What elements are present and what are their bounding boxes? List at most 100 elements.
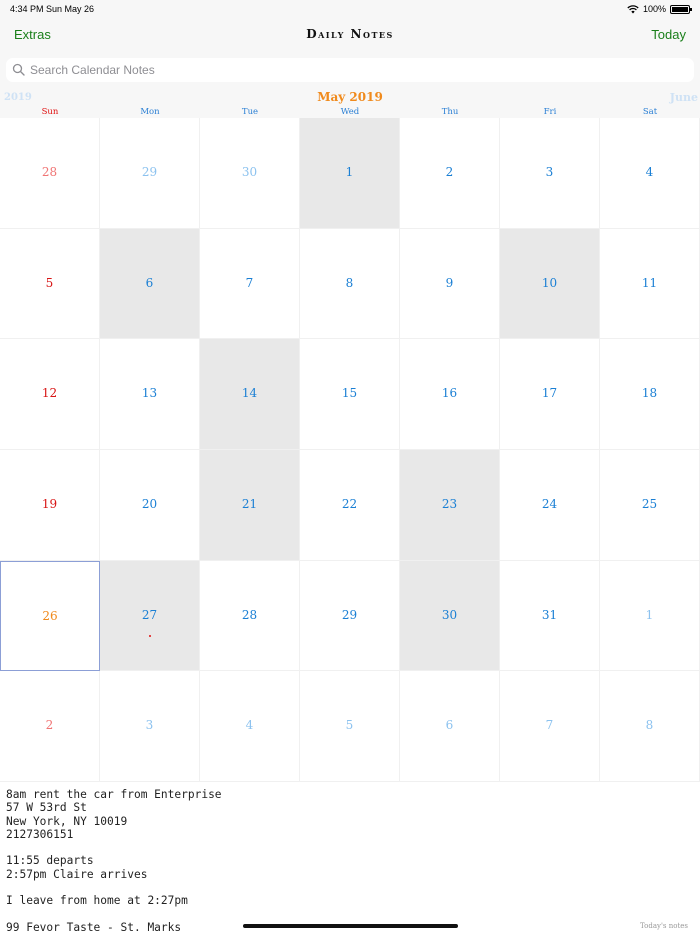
search-bar xyxy=(0,54,700,88)
weekday-sat: Sat xyxy=(642,107,658,117)
day-cell[interactable]: 12 xyxy=(0,339,100,450)
day-cell[interactable]: 7 xyxy=(200,228,300,340)
day-cell[interactable]: 16 xyxy=(400,339,500,450)
status-right: 100% xyxy=(627,4,692,14)
day-cell[interactable]: 22 xyxy=(300,450,400,561)
day-cell[interactable]: 5 xyxy=(0,228,100,340)
day-cell[interactable]: 23 xyxy=(400,450,500,561)
search-field[interactable] xyxy=(6,58,694,82)
day-cell[interactable]: 4 xyxy=(200,671,300,782)
today-button[interactable]: Today xyxy=(651,27,686,42)
day-number: 3 xyxy=(545,165,554,179)
day-cell[interactable]: 21 xyxy=(200,450,300,561)
day-cell[interactable]: 24 xyxy=(500,450,600,561)
navigation-bar: Extras Daily Notes Today xyxy=(0,20,700,54)
day-number: 9 xyxy=(445,275,454,290)
day-cell[interactable]: 19 xyxy=(0,450,100,561)
day-cell[interactable]: 10 xyxy=(500,228,600,340)
day-number: 6 xyxy=(145,275,154,290)
day-cell[interactable]: 30 xyxy=(400,560,500,672)
day-number: 18 xyxy=(641,386,658,401)
day-cell[interactable]: 1 xyxy=(600,560,700,672)
weekday-wed: Wed xyxy=(340,107,360,117)
calendar-grid: 28 29 30 1 2 3 4 5 6 7 8 9 10 11 12 13 14 15 16 17 18 19 20 21 2… xyxy=(0,118,700,782)
month-title: May 2019 xyxy=(317,90,383,104)
next-month-button[interactable]: June xyxy=(670,91,698,104)
battery-percent: 100% xyxy=(642,4,666,14)
wifi-icon xyxy=(627,4,639,13)
day-number: 31 xyxy=(541,607,558,622)
day-number: 1 xyxy=(345,165,354,179)
day-cell[interactable]: 9 xyxy=(400,228,500,340)
month-header: 2019 May 2019 June Sun Mon Tue Wed Thu F… xyxy=(0,88,700,118)
day-number: 13 xyxy=(141,386,158,401)
day-cell[interactable]: 15 xyxy=(300,339,400,450)
day-number: 8 xyxy=(345,275,354,290)
day-cell[interactable]: 31 xyxy=(500,560,600,672)
day-cell[interactable]: 30 xyxy=(200,118,300,229)
day-number: 5 xyxy=(45,275,54,290)
day-cell[interactable]: 5 xyxy=(300,671,400,782)
day-cell[interactable]: 2 xyxy=(0,671,100,782)
weekday-mon: Mon xyxy=(140,107,160,117)
day-cell[interactable]: 7 xyxy=(500,671,600,782)
day-number: 7 xyxy=(245,275,254,290)
search-input[interactable] xyxy=(30,61,680,79)
day-number: 4 xyxy=(645,165,654,179)
day-number: 10 xyxy=(541,275,558,290)
day-number: 2 xyxy=(445,165,454,179)
day-number: 4 xyxy=(245,718,254,733)
notes-text[interactable]: 8am rent the car from Enterprise 57 W 53… xyxy=(6,788,222,934)
day-cell[interactable]: 6 xyxy=(400,671,500,782)
day-number: 6 xyxy=(445,718,454,733)
day-cell[interactable]: 26 xyxy=(0,560,100,672)
day-cell[interactable]: 29 xyxy=(100,118,200,229)
notes-panel[interactable]: 8am rent the car from Enterprise 57 W 53… xyxy=(0,782,700,934)
day-cell[interactable]: 29 xyxy=(300,560,400,672)
day-number: 5 xyxy=(345,718,354,733)
day-cell[interactable]: 6 xyxy=(100,228,200,340)
day-number: 20 xyxy=(141,497,158,511)
day-cell[interactable]: 4 xyxy=(600,118,700,229)
day-cell[interactable]: 28 xyxy=(0,118,100,229)
day-number: 8 xyxy=(645,718,654,733)
search-icon xyxy=(12,63,25,76)
day-cell[interactable]: 2 xyxy=(400,118,500,229)
day-number: 3 xyxy=(145,718,154,733)
day-number: 30 xyxy=(241,165,258,179)
day-cell[interactable]: 8 xyxy=(300,228,400,340)
status-time: 4:34 PM Sun May 26 xyxy=(10,4,95,14)
status-bar: 4:34 PM Sun May 26 100% xyxy=(0,0,700,20)
day-cell[interactable]: 25 xyxy=(600,450,700,561)
weekday-sun: Sun xyxy=(41,107,59,117)
day-number: 15 xyxy=(341,386,358,401)
day-cell[interactable]: 11 xyxy=(600,228,700,340)
day-cell[interactable]: 3 xyxy=(100,671,200,782)
battery-icon xyxy=(670,4,692,14)
day-number: 19 xyxy=(41,497,58,511)
day-number: 27 xyxy=(141,607,158,622)
day-cell[interactable]: 20 xyxy=(100,450,200,561)
day-cell[interactable]: 13 xyxy=(100,339,200,450)
day-number: 12 xyxy=(41,386,58,401)
day-cell[interactable]: 1 xyxy=(300,118,400,229)
day-cell[interactable]: 8 xyxy=(600,671,700,782)
day-number: 17 xyxy=(541,386,558,401)
app-title: Daily Notes xyxy=(306,27,394,41)
note-indicator-dot xyxy=(149,634,151,637)
notes-label: Today's notes xyxy=(640,922,688,930)
day-cell[interactable]: 18 xyxy=(600,339,700,450)
day-cell[interactable]: 17 xyxy=(500,339,600,450)
day-cell[interactable]: 28 xyxy=(200,560,300,672)
day-number: 7 xyxy=(545,718,554,733)
day-cell[interactable]: 27 xyxy=(100,560,200,672)
day-number: 1 xyxy=(645,607,654,622)
weekday-fri: Fri xyxy=(543,107,557,117)
day-cell[interactable]: 14 xyxy=(200,339,300,450)
day-number: 29 xyxy=(141,165,158,179)
day-number: 28 xyxy=(41,165,58,179)
weekday-thu: Thu xyxy=(441,107,459,117)
day-number: 30 xyxy=(441,607,458,622)
day-cell[interactable]: 3 xyxy=(500,118,600,229)
day-number: 25 xyxy=(641,497,658,511)
